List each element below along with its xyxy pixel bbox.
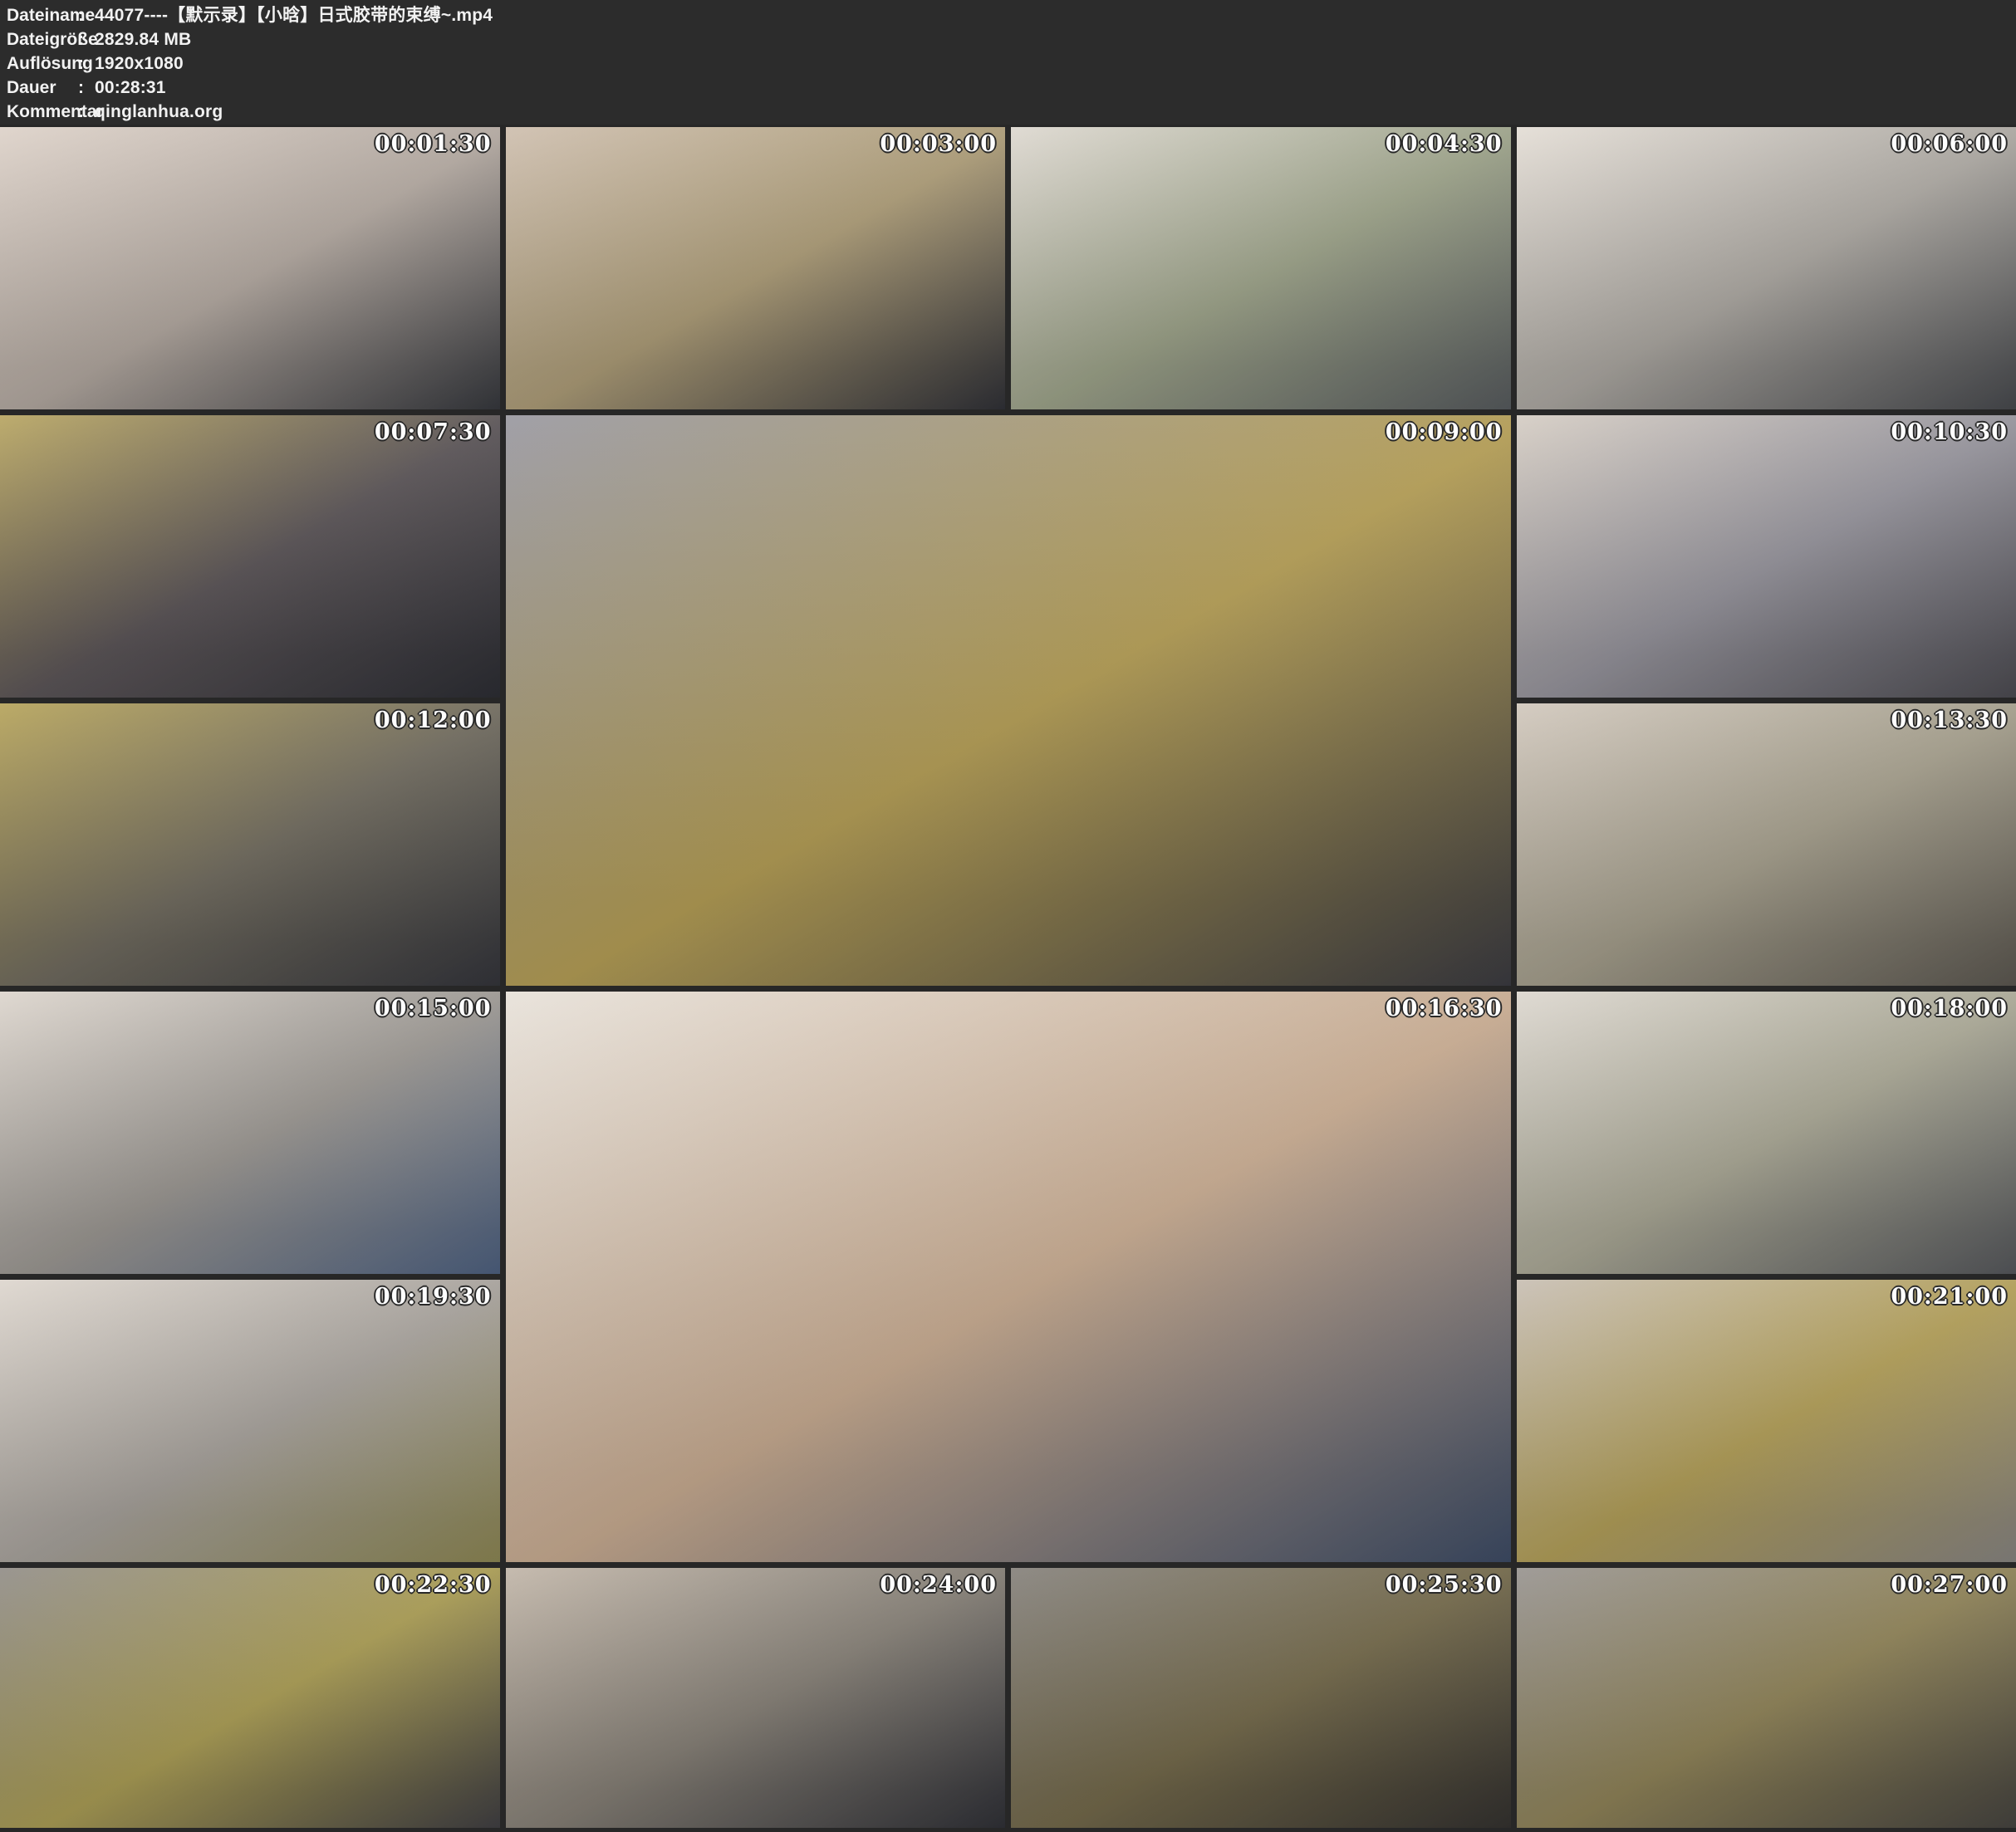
timestamp-overlay: 00:03:00 [880, 131, 997, 157]
timestamp-overlay: 00:13:30 [1891, 708, 2008, 733]
meta-row-filename: Dateiname : 44077----【默示录】【小晗】日式胶带的束缚~.m… [7, 3, 2016, 27]
video-thumbnail: 00:21:00 [1517, 1280, 2016, 1562]
meta-row-duration: Dauer : 00:28:31 [7, 76, 2016, 100]
timestamp-overlay: 00:24:00 [880, 1572, 997, 1598]
meta-label: Dauer [7, 76, 78, 100]
timestamp-overlay: 00:25:30 [1386, 1572, 1503, 1598]
timestamp-overlay: 00:10:30 [1891, 419, 2008, 445]
meta-label: Auflösung [7, 51, 78, 76]
video-thumbnail: 00:04:30 [1011, 127, 1511, 409]
video-thumbnail: 00:19:30 [0, 1280, 500, 1562]
meta-row-resolution: Auflösung : 1920x1080 [7, 51, 2016, 76]
video-thumbnail: 00:18:00 [1517, 992, 2016, 1274]
timestamp-overlay: 00:01:30 [375, 131, 492, 157]
meta-colon: : [78, 100, 95, 124]
timestamp-overlay: 00:22:30 [375, 1572, 492, 1598]
meta-colon: : [78, 3, 95, 27]
thumbnail-grid: 00:01:30 00:03:00 00:04:30 00:06:00 00:0… [0, 127, 2016, 1828]
resolution-value: 1920x1080 [95, 51, 2016, 76]
video-thumbnail: 00:27:00 [1517, 1568, 2016, 1828]
timestamp-overlay: 00:19:30 [375, 1284, 492, 1310]
timestamp-overlay: 00:15:00 [375, 996, 492, 1021]
contact-sheet: Dateiname : 44077----【默示录】【小晗】日式胶带的束缚~.m… [0, 0, 2016, 1832]
video-thumbnail: 00:01:30 [0, 127, 500, 409]
video-thumbnail: 00:15:00 [0, 992, 500, 1274]
timestamp-overlay: 00:04:30 [1386, 131, 1503, 157]
timestamp-overlay: 00:12:00 [375, 708, 492, 733]
meta-colon: : [78, 76, 95, 100]
meta-label: Kommentar [7, 100, 78, 124]
video-thumbnail: 00:24:00 [506, 1568, 1006, 1828]
video-thumbnail: 00:12:00 [0, 703, 500, 986]
file-metadata-header: Dateiname : 44077----【默示录】【小晗】日式胶带的束缚~.m… [0, 0, 2016, 125]
video-thumbnail: 00:10:30 [1517, 415, 2016, 698]
timestamp-overlay: 00:27:00 [1891, 1572, 2008, 1598]
timestamp-overlay: 00:16:30 [1386, 996, 1503, 1021]
timestamp-overlay: 00:07:30 [375, 419, 492, 445]
filename-value: 44077----【默示录】【小晗】日式胶带的束缚~.mp4 [95, 3, 2016, 27]
filesize-value: 2829.84 MB [95, 27, 2016, 51]
meta-label: Dateiname [7, 3, 78, 27]
meta-row-filesize: Dateigröße : 2829.84 MB [7, 27, 2016, 51]
meta-row-comment: Kommentar : qinglanhua.org [7, 100, 2016, 124]
video-thumbnail: 00:13:30 [1517, 703, 2016, 986]
timestamp-overlay: 00:09:00 [1386, 419, 1503, 445]
meta-colon: : [78, 27, 95, 51]
video-thumbnail: 00:06:00 [1517, 127, 2016, 409]
video-thumbnail: 00:03:00 [506, 127, 1006, 409]
meta-colon: : [78, 51, 95, 76]
video-thumbnail-large: 00:16:30 [506, 992, 1511, 1562]
meta-label: Dateigröße [7, 27, 78, 51]
duration-value: 00:28:31 [95, 76, 2016, 100]
comment-value: qinglanhua.org [95, 100, 2016, 124]
video-thumbnail: 00:25:30 [1011, 1568, 1511, 1828]
video-thumbnail-large: 00:09:00 [506, 415, 1511, 986]
video-thumbnail: 00:22:30 [0, 1568, 500, 1828]
timestamp-overlay: 00:18:00 [1891, 996, 2008, 1021]
video-thumbnail: 00:07:30 [0, 415, 500, 698]
timestamp-overlay: 00:21:00 [1891, 1284, 2008, 1310]
timestamp-overlay: 00:06:00 [1891, 131, 2008, 157]
